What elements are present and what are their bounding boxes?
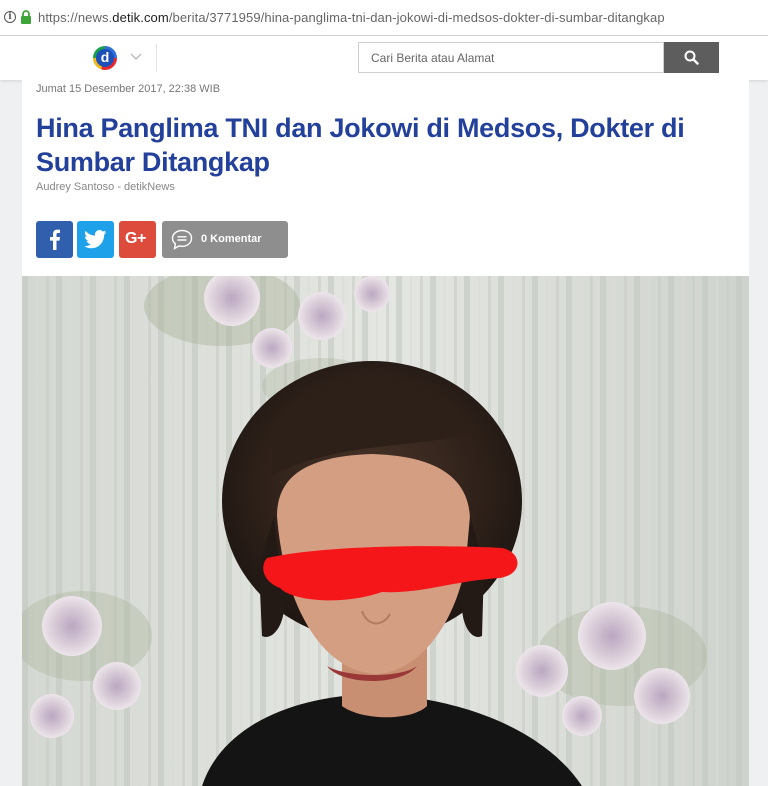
comment-icon bbox=[171, 229, 193, 250]
comment-button[interactable]: 0 Komentar bbox=[162, 221, 288, 258]
url-prefix: https://news. bbox=[38, 10, 113, 25]
article-title: Hina Panglima TNI dan Jokowi di Medsos, … bbox=[36, 113, 685, 177]
facebook-icon bbox=[50, 229, 60, 250]
address-bar[interactable]: i https://news.detik.com/berita/3771959/… bbox=[0, 0, 768, 36]
article-photo bbox=[22, 276, 749, 786]
site-header: d bbox=[0, 36, 768, 80]
logo-letter: d bbox=[96, 49, 114, 67]
article-card: Jumat 15 Desember 2017, 22:38 WIB Hina P… bbox=[22, 80, 749, 786]
google-plus-share-button[interactable]: G+ bbox=[119, 221, 156, 258]
article-author: Audrey Santoso - detikNews bbox=[36, 181, 175, 193]
search-button[interactable] bbox=[664, 42, 719, 73]
info-icon[interactable]: i bbox=[4, 11, 16, 23]
facebook-share-button[interactable] bbox=[36, 221, 73, 258]
twitter-icon bbox=[84, 230, 107, 249]
chevron-down-icon[interactable] bbox=[130, 52, 142, 62]
article-date: Jumat 15 Desember 2017, 22:38 WIB bbox=[36, 83, 221, 95]
detik-logo[interactable]: d bbox=[93, 46, 117, 70]
url-text[interactable]: https://news.detik.com/berita/3771959/hi… bbox=[38, 10, 665, 25]
search-icon bbox=[684, 50, 699, 65]
url-domain: detik.com bbox=[112, 10, 169, 25]
search-input[interactable] bbox=[358, 42, 664, 73]
header-divider bbox=[156, 44, 157, 72]
twitter-share-button[interactable] bbox=[77, 221, 114, 258]
google-plus-icon: G+ bbox=[125, 230, 146, 247]
comment-count-label: 0 Komentar bbox=[201, 233, 262, 245]
url-path: /berita/3771959/hina-panglima-tni-dan-jo… bbox=[168, 10, 665, 25]
lock-icon bbox=[21, 10, 31, 24]
